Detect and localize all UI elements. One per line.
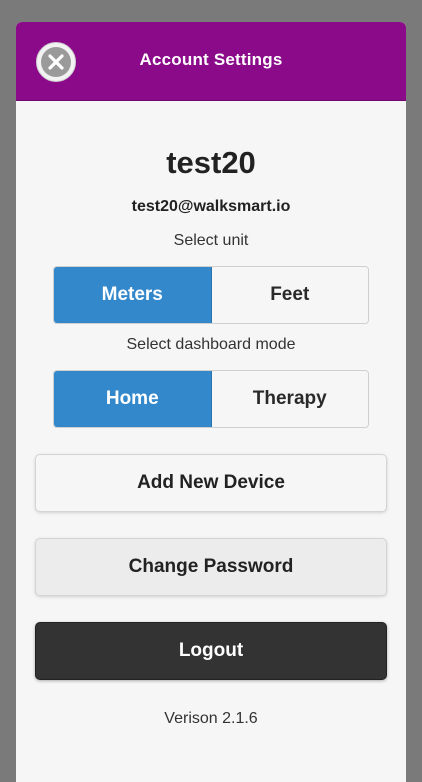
mode-option-home[interactable]: Home — [54, 371, 212, 427]
mode-option-therapy[interactable]: Therapy — [211, 371, 368, 427]
account-username: test20 — [166, 145, 256, 180]
unit-label: Select unit — [173, 232, 249, 249]
dashboard-mode-segmented-control: Home Therapy — [53, 370, 369, 428]
version-text: Verison 2.1.6 — [164, 710, 258, 727]
dialog-header: Account Settings — [16, 22, 406, 101]
dialog-title: Account Settings — [139, 50, 283, 69]
add-new-device-button[interactable]: Add New Device — [35, 454, 387, 512]
unit-option-meters[interactable]: Meters — [54, 267, 212, 323]
account-email: test20@walksmart.io — [131, 198, 291, 215]
account-settings-dialog: Account Settings test20 test20@walksmart… — [16, 22, 406, 782]
logout-button[interactable]: Logout — [35, 622, 387, 680]
change-password-button[interactable]: Change Password — [35, 538, 387, 596]
settings-content: test20 test20@walksmart.io Select unit M… — [16, 145, 406, 728]
dashboard-mode-label: Select dashboard mode — [126, 336, 296, 353]
unit-segmented-control: Meters Feet — [53, 266, 369, 324]
unit-option-feet[interactable]: Feet — [211, 267, 368, 323]
